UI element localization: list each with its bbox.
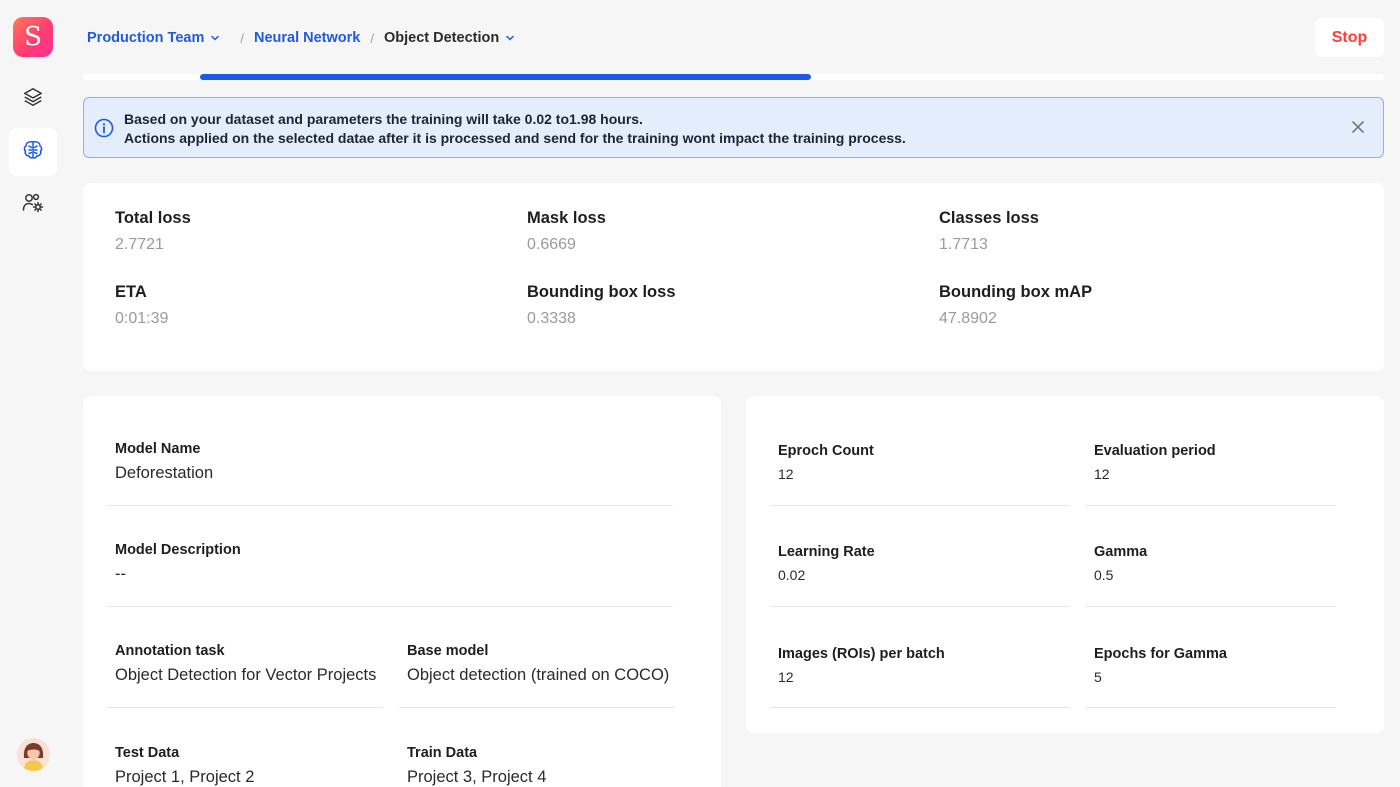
param-label: Eproch Count (778, 443, 874, 459)
info-banner: Based on your dataset and parameters the… (83, 97, 1384, 158)
sidebar-item-team-settings[interactable] (9, 181, 57, 229)
field-model-description: Model Description -- (115, 542, 241, 584)
metric-label: Mask loss (527, 209, 606, 227)
banner-line-2: Actions applied on the selected datae af… (124, 130, 906, 146)
divider (770, 505, 1070, 506)
training-metrics-card: Total loss 2.7721 Mask loss 0.6669 Class… (83, 183, 1384, 371)
logo-letter: S (24, 22, 42, 52)
metric-value: 0:01:39 (115, 310, 169, 327)
param-label: Gamma (1094, 544, 1148, 560)
metric-label: Total loss (115, 209, 191, 227)
training-params-card: Eproch Count 12 Evaluation period 12 Lea… (746, 396, 1384, 733)
breadcrumb-separator: / (370, 30, 374, 46)
metric-classes-loss: Classes loss 1.7713 (939, 209, 1039, 254)
metric-label: Bounding box mAP (939, 283, 1093, 301)
param-label: Epochs for Gamma (1094, 646, 1227, 662)
field-value: Project 1, Project 2 (115, 768, 255, 786)
field-value: Object Detection for Vector Projects (115, 666, 377, 684)
field-label: Model Name (115, 441, 201, 457)
breadcrumb-current-label: Object Detection (383, 30, 500, 46)
metric-eta: ETA 0:01:39 (115, 283, 168, 328)
training-progress-bar (83, 74, 1384, 80)
users-settings-icon (21, 191, 45, 220)
param-gamma: Gamma 0.5 (1094, 544, 1147, 583)
banner-line-1: Based on your dataset and parameters the… (124, 111, 643, 127)
chevron-down-icon (210, 33, 220, 43)
divider (107, 606, 673, 607)
breadcrumb-team[interactable]: Production Team (87, 30, 220, 46)
brain-icon (21, 138, 45, 167)
field-label: Model Description (115, 542, 241, 558)
param-images-per-batch: Images (ROIs) per batch 12 (778, 646, 945, 685)
field-train-data: Train Data Project 3, Project 4 (407, 745, 546, 787)
metric-mask-loss: Mask loss 0.6669 (527, 209, 606, 254)
metric-label: ETA (115, 283, 147, 301)
field-value: Object detection (trained on COCO) (407, 666, 670, 684)
breadcrumb-team-label: Production Team (87, 30, 205, 46)
info-icon (94, 118, 114, 143)
param-epochs-for-gamma: Epochs for Gamma 5 (1094, 646, 1227, 685)
metric-value: 2.7721 (115, 236, 164, 253)
chevron-down-icon (505, 33, 515, 43)
banner-message: Based on your dataset and parameters the… (124, 110, 906, 148)
breadcrumb: Production Team / Neural Network / Objec… (87, 28, 515, 48)
user-avatar[interactable] (17, 738, 50, 771)
param-label: Images (ROIs) per batch (778, 646, 945, 662)
param-value: 12 (1094, 466, 1110, 482)
divider (770, 707, 1070, 708)
metric-label: Bounding box loss (527, 283, 676, 301)
breadcrumb-current[interactable]: Object Detection (384, 30, 515, 46)
field-label: Train Data (407, 745, 478, 761)
sidebar: S (0, 0, 66, 787)
metric-bounding-box-loss: Bounding box loss 0.3338 (527, 283, 676, 328)
divider (1086, 606, 1336, 607)
metric-value: 1.7713 (939, 236, 988, 253)
field-value: -- (115, 565, 126, 583)
param-value: 12 (778, 669, 794, 685)
divider (1086, 505, 1336, 506)
model-info-card: Model Name Deforestation Model Descripti… (83, 396, 721, 787)
breadcrumb-section[interactable]: Neural Network (254, 30, 360, 46)
sidebar-item-neural-network[interactable] (9, 128, 57, 176)
param-label: Learning Rate (778, 544, 875, 560)
metric-value: 0.3338 (527, 310, 576, 327)
app-logo[interactable]: S (13, 17, 53, 57)
stop-button[interactable]: Stop (1315, 18, 1384, 57)
layers-icon (22, 86, 44, 113)
param-label: Evaluation period (1094, 443, 1216, 459)
divider (399, 707, 675, 708)
metric-value: 0.6669 (527, 236, 576, 253)
metric-label: Classes loss (939, 209, 1039, 227)
field-base-model: Base model Object detection (trained on … (407, 643, 669, 685)
divider (107, 707, 383, 708)
field-label: Annotation task (115, 643, 225, 659)
training-progress-fill (200, 74, 811, 80)
param-learning-rate: Learning Rate 0.02 (778, 544, 875, 583)
field-value: Deforestation (115, 464, 214, 482)
field-label: Base model (407, 643, 489, 659)
field-value: Project 3, Project 4 (407, 768, 547, 786)
field-model-name: Model Name Deforestation (115, 441, 213, 483)
param-value: 0.5 (1094, 567, 1114, 583)
divider (107, 505, 673, 506)
metric-total-loss: Total loss 2.7721 (115, 209, 191, 254)
divider (1086, 707, 1336, 708)
field-test-data: Test Data Project 1, Project 2 (115, 745, 254, 787)
param-epoch-count: Eproch Count 12 (778, 443, 874, 482)
breadcrumb-separator: / (240, 30, 244, 46)
divider (770, 606, 1070, 607)
param-evaluation-period: Evaluation period 12 (1094, 443, 1216, 482)
field-annotation-task: Annotation task Object Detection for Vec… (115, 643, 376, 685)
sidebar-item-layers[interactable] (9, 75, 57, 123)
close-icon[interactable] (1351, 120, 1365, 139)
param-value: 0.02 (778, 567, 806, 583)
param-value: 5 (1094, 669, 1102, 685)
metric-value: 47.8902 (939, 310, 997, 327)
param-value: 12 (778, 466, 794, 482)
field-label: Test Data (115, 745, 180, 761)
metric-bounding-box-map: Bounding box mAP 47.8902 (939, 283, 1092, 328)
